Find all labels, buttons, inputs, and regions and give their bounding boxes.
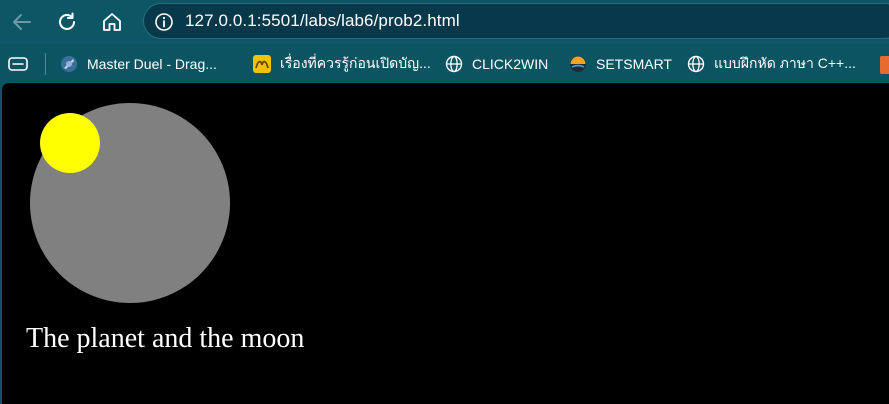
- info-icon[interactable]: [154, 12, 174, 37]
- reload-button[interactable]: [51, 6, 83, 38]
- overflow-bookmark-favicon[interactable]: [880, 56, 889, 74]
- bookmark-label: Master Duel - Drag...: [87, 56, 217, 72]
- bookmark-label: เรื่องที่ควรรู้ก่อนเปิดบัญ...: [280, 55, 431, 71]
- game-favicon: [61, 56, 77, 72]
- bookmark-setsmart[interactable]: SETSMART: [569, 51, 672, 77]
- url-text[interactable]: 127.0.0.1:5501/labs/lab6/prob2.html: [185, 11, 460, 31]
- bookmark-label: แบบฝึกหัด ภาษา C++...: [714, 55, 856, 71]
- bookmark-label: SETSMART: [596, 56, 672, 72]
- address-bar[interactable]: 127.0.0.1:5501/labs/lab6/prob2.html: [143, 3, 889, 39]
- bookmark-bank[interactable]: เรื่องที่ควรรู้ก่อนเปิดบัญ...: [253, 51, 431, 77]
- back-button[interactable]: [6, 6, 38, 38]
- page-caption: The planet and the moon: [26, 323, 305, 354]
- globe-icon: [445, 55, 463, 73]
- reload-icon: [56, 11, 78, 33]
- home-icon: [101, 11, 123, 33]
- moon-circle: [40, 113, 100, 173]
- page-viewport: The planet and the moon: [2, 83, 889, 404]
- bookmarks-bar: Master Duel - Drag... เรื่องที่ควรรู้ก่อ…: [0, 44, 889, 83]
- browser-toolbar: 127.0.0.1:5501/labs/lab6/prob2.html: [0, 0, 889, 44]
- tab-actions-icon[interactable]: [8, 56, 30, 77]
- bookmark-master-duel[interactable]: Master Duel - Drag...: [60, 51, 217, 77]
- bookmark-cpp-exercises[interactable]: แบบฝึกหัด ภาษา C++...: [687, 51, 856, 77]
- globe-icon: [687, 55, 705, 73]
- arrow-left-icon: [11, 11, 33, 33]
- bookmark-label: CLICK2WIN: [472, 56, 549, 72]
- home-button[interactable]: [96, 6, 128, 38]
- bookmarks-divider: [45, 53, 46, 75]
- bank-favicon: [253, 55, 271, 73]
- bookmark-click2win[interactable]: CLICK2WIN: [445, 51, 548, 77]
- setsmart-favicon: [570, 56, 586, 72]
